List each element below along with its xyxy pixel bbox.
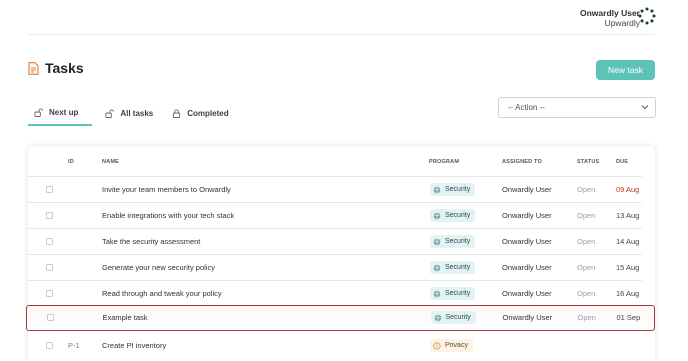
program-label: Security [445,238,471,245]
document-icon [28,61,39,75]
row-checkbox[interactable] [46,290,53,297]
task-name[interactable]: Read through and tweak your policy [102,281,222,306]
bulk-action-value: -- Action -- [508,103,545,112]
header-assigned-to[interactable]: ASSIGNED TO [502,154,542,170]
assignee: Onwardly User [502,211,552,220]
page-title: Tasks [45,60,84,76]
row-checkbox[interactable] [46,342,53,349]
top-bar [28,0,655,35]
user-name: Onwardly User [580,8,640,18]
table-row[interactable]: Enable integrations with your tech stack… [28,202,642,228]
unlock-icon [105,109,115,118]
header-program[interactable]: PROGRAM [429,154,459,170]
due-date: 09 Aug [616,185,640,194]
table-row[interactable]: Invite your team members to Onwardly Sec… [28,176,642,202]
status: Open [577,289,596,298]
tab-label: Completed [187,108,229,118]
shield-globe-icon [433,212,441,219]
status: Open [577,313,596,322]
task-name[interactable]: Invite your team members to Onwardly [102,177,231,202]
status: Open [577,185,596,194]
header-name[interactable]: NAME [102,154,119,170]
table-row[interactable]: P-1 Create PI inventory Privacy [28,333,642,359]
tab-label: All tasks [120,108,154,118]
program-badge: Security [430,183,476,196]
due-date: 13 Aug [616,211,640,220]
program-label: Security [445,212,471,219]
row-checkbox[interactable] [46,264,53,271]
shield-globe-icon [433,238,441,245]
due-date: 01 Sep [616,313,641,322]
page-header: Tasks [28,59,84,77]
assignee: Onwardly User [502,185,552,194]
shield-globe-icon [434,314,441,321]
table-row-selected[interactable]: Example task Security Onwardly User Open… [26,305,655,331]
tab-completed[interactable]: Completed [166,100,234,126]
assignee: Onwardly User [502,237,552,246]
due-date: 16 Aug [616,289,640,298]
chevron-down-icon [641,105,649,110]
bulk-action-select[interactable]: -- Action -- [498,97,656,118]
shield-globe-icon [433,264,441,271]
due-date: 14 Aug [616,237,640,246]
assignee: Onwardly User [502,313,553,322]
lock-icon [173,109,181,118]
org-ring-logo-icon[interactable] [638,7,656,25]
status: Open [577,263,596,272]
task-name[interactable]: Take the security assessment [102,229,200,254]
tasks-table: ID NAME PROGRAM ASSIGNED TO STATUS DUE I… [26,146,655,361]
program-label: Security [445,314,471,321]
row-checkbox[interactable] [46,212,53,219]
due-date: 15 Aug [616,263,640,272]
tab-next-up[interactable]: Next up [28,100,93,126]
header-status[interactable]: STATUS [577,154,599,170]
task-name[interactable]: Generate your new security policy [102,255,215,280]
shield-globe-icon [433,290,441,297]
table-row[interactable]: Take the security assessment Security On… [28,228,642,254]
shield-globe-icon [433,186,441,193]
task-name[interactable]: Enable integrations with your tech stack [102,203,234,228]
organization-name: Upwardly [604,18,640,28]
task-tabs: Next up All tasks Completed [28,100,242,128]
row-checkbox[interactable] [46,186,53,193]
tab-label: Next up [49,107,79,117]
header-id[interactable]: ID [68,154,74,170]
tab-all-tasks[interactable]: All tasks [99,100,159,126]
assignee: Onwardly User [502,289,552,298]
user-menu[interactable]: Onwardly User Upwardly [580,8,640,28]
row-checkbox[interactable] [46,314,54,321]
program-badge: Security [430,261,476,274]
task-name[interactable]: Create PI inventory [102,333,166,358]
task-id: P-1 [68,341,80,350]
program-label: Security [445,264,471,271]
table-header: ID NAME PROGRAM ASSIGNED TO STATUS DUE [28,154,642,170]
program-label: Security [445,186,471,193]
program-label: Security [445,290,471,297]
task-name[interactable]: Example task [103,306,148,329]
table-row[interactable]: Generate your new security policy Securi… [28,254,642,280]
privacy-info-icon [433,341,441,350]
status: Open [577,211,596,220]
status: Open [577,237,596,246]
header-due[interactable]: DUE [616,154,628,170]
program-badge: Privacy [430,339,473,352]
assignee: Onwardly User [502,263,552,272]
program-badge: Security [430,287,476,300]
new-task-button[interactable]: New task [596,60,655,80]
program-badge: Security [430,209,476,222]
program-badge: Security [430,311,476,324]
row-checkbox[interactable] [46,238,53,245]
program-label: Privacy [445,342,468,349]
table-row[interactable]: Read through and tweak your policy Secur… [28,280,642,306]
program-badge: Security [430,235,476,248]
unlock-icon [34,108,43,117]
